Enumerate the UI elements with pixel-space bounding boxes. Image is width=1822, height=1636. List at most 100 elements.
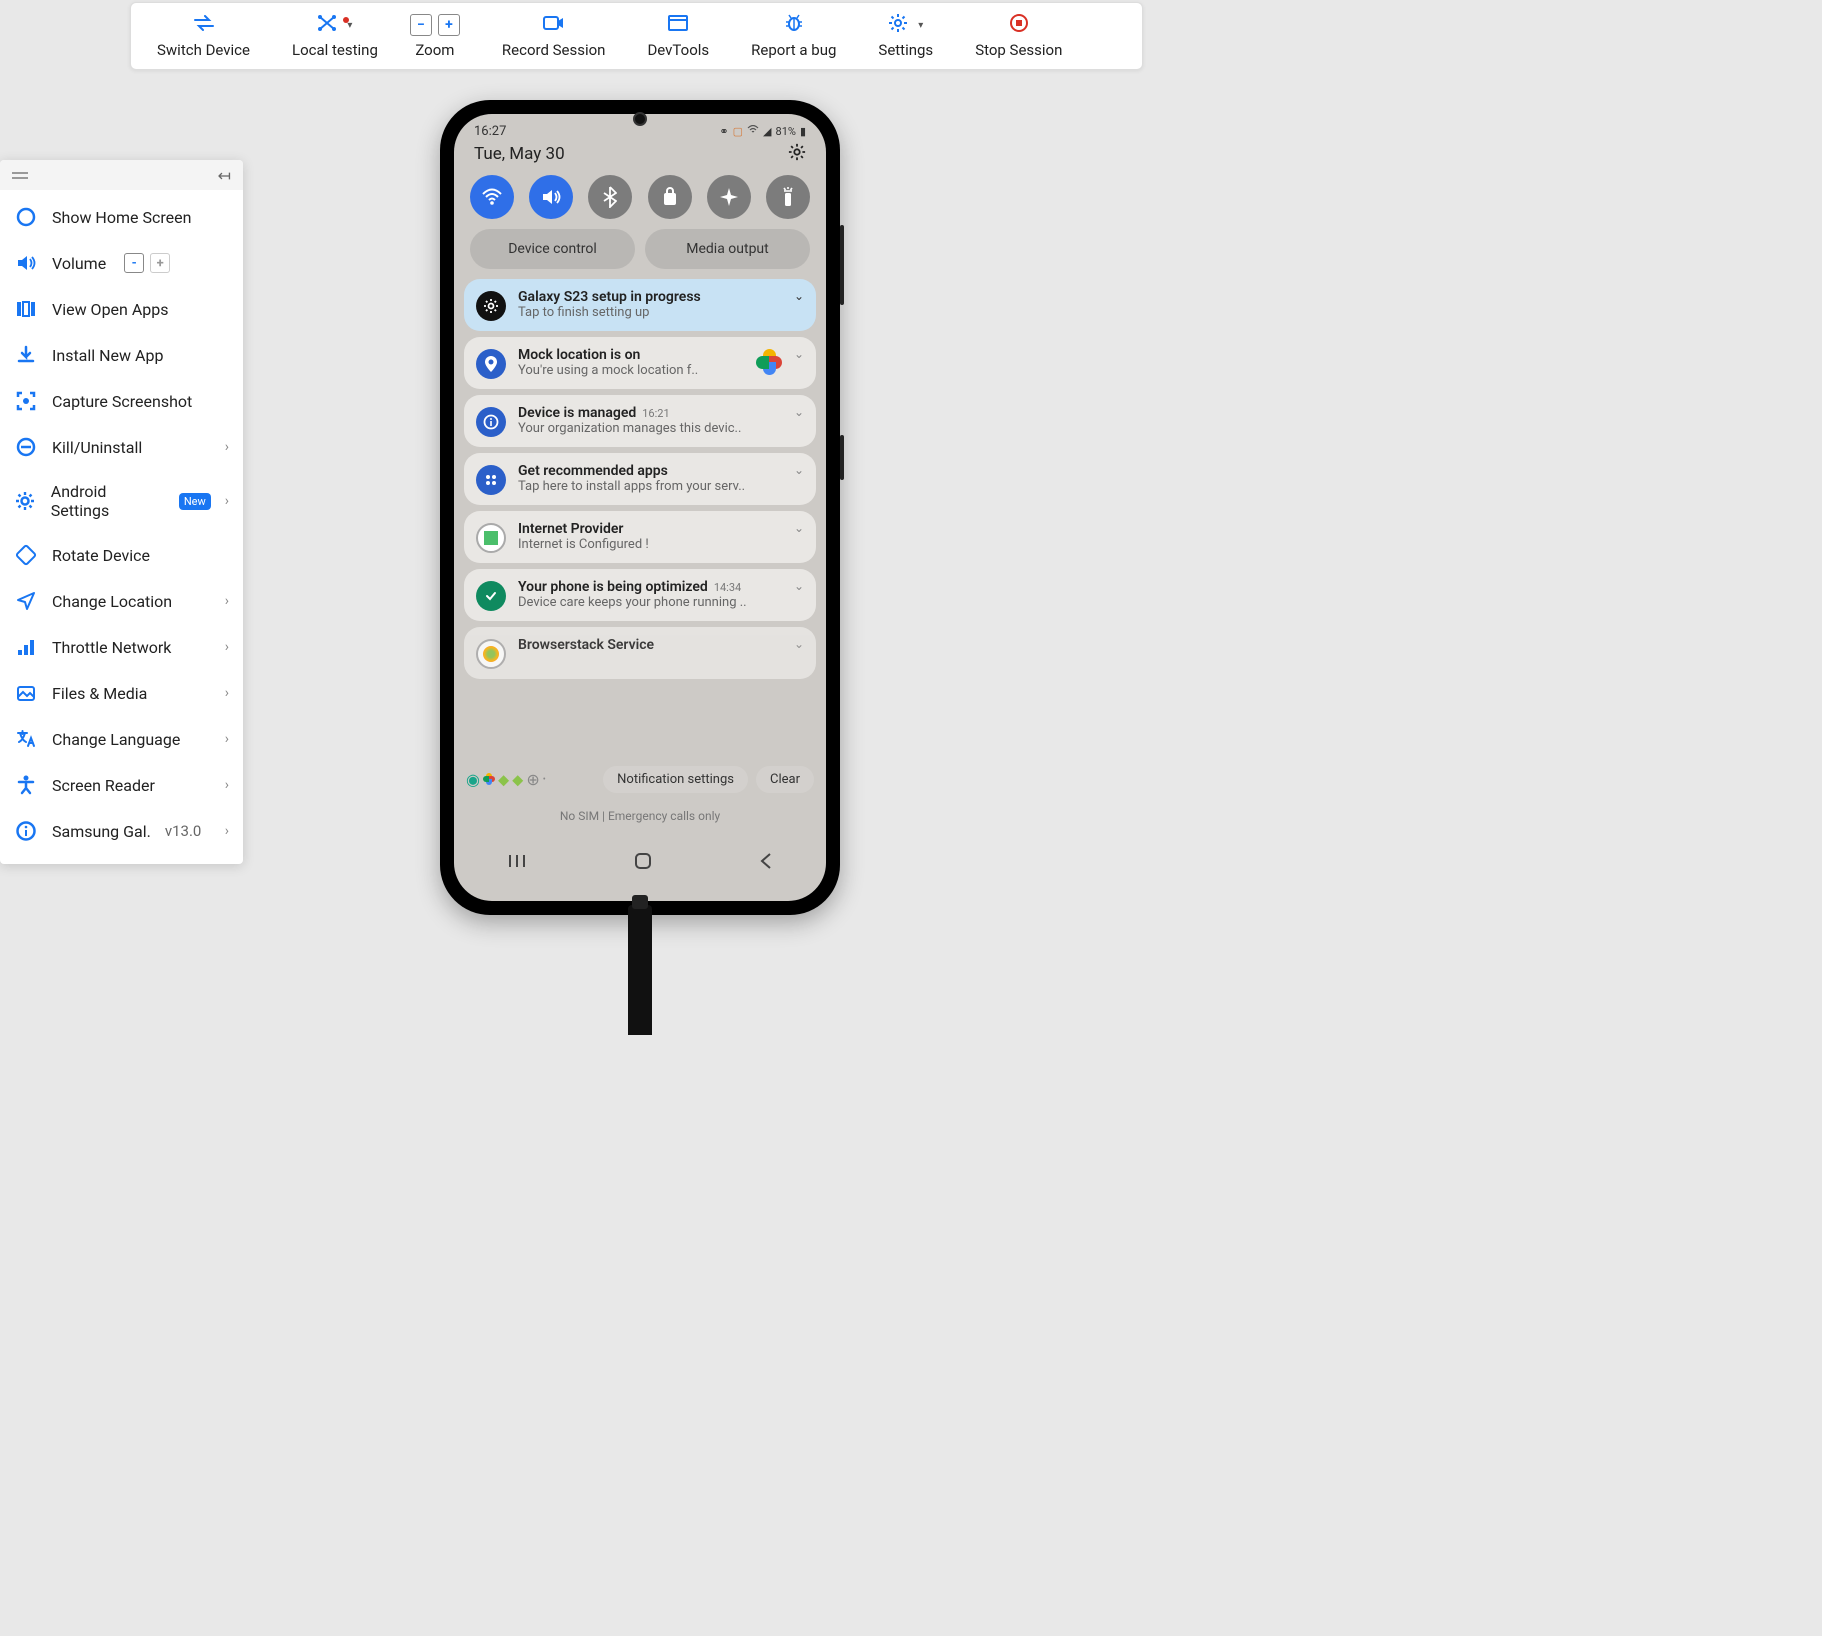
chevron-right-icon: › — [225, 593, 229, 609]
volume-down-button[interactable]: - — [124, 253, 144, 273]
gear-icon — [888, 13, 908, 37]
sidebar-item-device-info[interactable]: Samsung Gal. v13.0 › — [0, 808, 243, 854]
toolbar-label: Settings — [878, 41, 933, 59]
vpn-icon: ⚭ — [719, 125, 728, 138]
sim-status: No SIM | Emergency calls only — [454, 809, 826, 823]
drag-handle-icon[interactable] — [12, 172, 28, 179]
nav-home-button[interactable] — [634, 852, 652, 874]
notification-recommended-apps[interactable]: Get recommended apps Tap here to install… — [464, 453, 816, 505]
quick-panel-pills: Device control Media output — [454, 229, 826, 279]
collapse-icon[interactable]: ↤ — [218, 166, 231, 185]
gear-icon — [14, 490, 37, 512]
sidebar-item-rotate[interactable]: Rotate Device — [0, 532, 243, 578]
switch-device-button[interactable]: Switch Device — [131, 3, 276, 69]
chevron-right-icon: › — [225, 685, 229, 701]
recent-apps-icon — [14, 298, 38, 320]
local-testing-button[interactable]: ▾ Local testing — [276, 3, 394, 69]
usb-cable-icon — [628, 905, 652, 1035]
notification-managed[interactable]: Device is managed 16:21 Your organizatio… — [464, 395, 816, 447]
sidebar-item-language[interactable]: Change Language › — [0, 716, 243, 762]
pinwheel-icon — [756, 349, 782, 375]
chevron-right-icon: › — [225, 731, 229, 747]
top-toolbar: Switch Device ▾ Local testing − + Zoom R… — [130, 2, 1143, 70]
sidebar-item-label: Change Language — [52, 730, 180, 749]
chevron-down-icon: ⌄ — [794, 289, 804, 303]
qs-bluetooth[interactable] — [588, 175, 632, 219]
device-control-pill[interactable]: Device control — [470, 229, 635, 269]
chevron-down-icon: ⌄ — [794, 405, 804, 419]
shield-check-icon — [476, 581, 506, 611]
media-output-pill[interactable]: Media output — [645, 229, 810, 269]
sidebar-item-screenshot[interactable]: Capture Screenshot — [0, 378, 243, 424]
sidebar-item-label: Change Location — [52, 592, 172, 611]
sidebar-header[interactable]: ↤ — [0, 160, 243, 190]
battery-icon: ▮ — [800, 125, 806, 138]
zoom-out-button[interactable]: − — [410, 14, 432, 36]
notification-setup[interactable]: Galaxy S23 setup in progress Tap to fini… — [464, 279, 816, 331]
notification-browserstack[interactable]: Browserstack Service ⌄ — [464, 627, 816, 679]
running-apps-icons: ◉ ⬥ ⬥ ⊕ • — [466, 770, 595, 790]
chevron-down-icon: ⌄ — [794, 347, 804, 361]
video-camera-icon — [543, 15, 565, 35]
chevron-right-icon: › — [225, 639, 229, 655]
sidebar-item-label: Throttle Network — [52, 638, 171, 657]
switch-arrows-icon — [193, 15, 215, 35]
nav-recents-button[interactable] — [507, 853, 527, 873]
download-icon — [14, 344, 38, 366]
volume-icon — [14, 252, 38, 274]
zoom-in-button[interactable]: + — [438, 14, 460, 36]
notification-internet[interactable]: Internet Provider Internet is Configured… — [464, 511, 816, 563]
image-icon — [14, 682, 38, 704]
nav-back-button[interactable] — [759, 852, 773, 874]
volume-up-button[interactable]: + — [150, 253, 170, 273]
device-version: v13.0 — [165, 822, 202, 840]
chevron-down-icon: ▾ — [918, 20, 923, 31]
shade-date: Tue, May 30 — [474, 144, 565, 164]
devtools-button[interactable]: DevTools — [631, 3, 725, 69]
clear-button[interactable]: Clear — [756, 766, 814, 793]
kill-icon — [14, 436, 38, 458]
sidebar-item-location[interactable]: Change Location › — [0, 578, 243, 624]
qs-rotation-lock[interactable] — [648, 175, 692, 219]
translate-icon — [14, 728, 38, 750]
sidebar-item-throttle[interactable]: Throttle Network › — [0, 624, 243, 670]
accessibility-icon — [14, 774, 38, 796]
sidebar-item-volume[interactable]: Volume - + — [0, 240, 243, 286]
sidebar-item-home[interactable]: Show Home Screen — [0, 194, 243, 240]
notification-optimized[interactable]: Your phone is being optimized 14:34 Devi… — [464, 569, 816, 621]
qs-airplane[interactable] — [707, 175, 751, 219]
rotate-icon — [14, 544, 38, 566]
device-screen[interactable]: 16:27 ⚭ ▢ ◢ 81% ▮ Tue, May 30 — [454, 114, 826, 901]
app-icon — [476, 523, 506, 553]
qs-wifi[interactable] — [470, 175, 514, 219]
map-pin-icon — [476, 349, 506, 379]
qs-flashlight[interactable] — [766, 175, 810, 219]
notification-settings-button[interactable]: Notification settings — [603, 766, 748, 793]
sidebar-item-android-settings[interactable]: Android Settings New › — [0, 470, 243, 532]
sidebar-item-open-apps[interactable]: View Open Apps — [0, 286, 243, 332]
signal-icon: ◢ — [763, 125, 771, 138]
settings-button[interactable]: ▾ Settings — [862, 3, 949, 69]
info-icon — [14, 820, 38, 842]
report-bug-button[interactable]: Report a bug — [725, 3, 862, 69]
stop-session-button[interactable]: Stop Session — [949, 3, 1088, 69]
new-badge: New — [179, 493, 211, 510]
record-session-button[interactable]: Record Session — [476, 3, 632, 69]
notification-mock-location[interactable]: Mock location is on You're using a mock … — [464, 337, 816, 389]
bug-icon — [784, 13, 804, 37]
zoom-control[interactable]: − + Zoom — [394, 3, 476, 69]
sidebar-item-kill[interactable]: Kill/Uninstall › — [0, 424, 243, 470]
sidebar-item-screen-reader[interactable]: Screen Reader › — [0, 762, 243, 808]
sidebar-item-label: Volume — [52, 254, 106, 273]
notification-shade-header: Tue, May 30 — [454, 141, 826, 171]
toolbar-label: Local testing — [292, 41, 378, 59]
location-icon — [14, 590, 38, 612]
notification-footer: ◉ ⬥ ⬥ ⊕ • Notification settings Clear — [454, 766, 826, 793]
gear-icon[interactable] — [788, 143, 806, 165]
sidebar-item-files[interactable]: Files & Media › — [0, 670, 243, 716]
sidebar-item-label: View Open Apps — [52, 300, 169, 319]
qs-sound[interactable] — [529, 175, 573, 219]
window-icon — [668, 15, 688, 35]
sidebar-item-install[interactable]: Install New App — [0, 332, 243, 378]
screenshot-icon — [14, 390, 38, 412]
